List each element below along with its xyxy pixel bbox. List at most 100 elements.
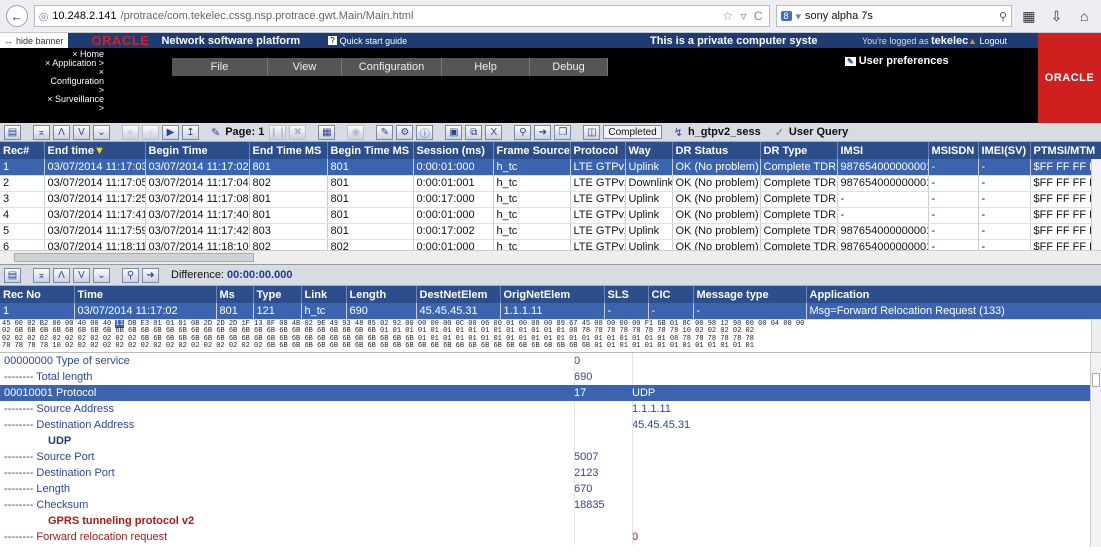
- column-header[interactable]: End Time MS: [249, 142, 328, 159]
- last-page-icon[interactable]: ↥: [182, 124, 199, 140]
- last-message-icon[interactable]: ⌄: [93, 267, 110, 283]
- column-header[interactable]: Link: [301, 286, 347, 303]
- column-header[interactable]: Rec#: [0, 142, 45, 159]
- decode-row[interactable]: UDP: [0, 432, 1101, 449]
- search-icon[interactable]: ⚲: [122, 267, 139, 283]
- nav-surveillance[interactable]: × Surveillance >: [44, 95, 104, 113]
- table-row[interactable]: 3 03/07/2014 11:17:25 03/07/2014 11:17:08 8…: [0, 191, 1101, 208]
- reload-icon[interactable]: ☆ ▿ C: [722, 9, 764, 23]
- column-header[interactable]: Message type: [693, 286, 807, 303]
- decode-row[interactable]: -------- Total length 690: [0, 368, 1101, 385]
- column-header[interactable]: Session (ms): [413, 142, 494, 159]
- search-input[interactable]: sony alpha 7s: [805, 10, 873, 22]
- dropdown-icon[interactable]: ▾: [796, 10, 802, 23]
- menu-help[interactable]: Help: [442, 58, 530, 76]
- column-header[interactable]: Way: [625, 142, 673, 159]
- quick-start-link[interactable]: ? Quick start guide: [328, 36, 407, 46]
- records-vertical-scrollbar[interactable]: [1091, 159, 1101, 251]
- decode-row[interactable]: -------- Forward relocation request 0: [0, 528, 1101, 545]
- previous-record-icon[interactable]: Λ: [53, 124, 70, 140]
- column-header[interactable]: Time: [74, 286, 217, 303]
- nav-application[interactable]: × Application >: [44, 59, 104, 68]
- user-preferences-button[interactable]: ✎ User preferences: [845, 55, 949, 67]
- filter-icon[interactable]: ◉: [347, 124, 365, 140]
- back-arrow-icon[interactable]: ←: [6, 5, 28, 27]
- decode-row[interactable]: -------- Length 670: [0, 480, 1101, 497]
- table-row[interactable]: 1 03/07/2014 11:17:02 801 121 h_tc 690 45.45.4…: [0, 303, 1101, 320]
- decode-row[interactable]: -------- Destination Address 45.45.45.31: [0, 416, 1101, 433]
- column-header[interactable]: DR Status: [672, 142, 761, 159]
- nav-configuration[interactable]: × Configuration >: [44, 68, 104, 95]
- column-header[interactable]: CIC: [648, 286, 694, 303]
- menu-view[interactable]: View: [268, 58, 342, 76]
- first-record-icon[interactable]: ⌅: [33, 124, 50, 140]
- decode-scrollbar[interactable]: [1090, 352, 1101, 547]
- bookmarks-icon[interactable]: ▦: [1018, 8, 1040, 25]
- search-engine-icon[interactable]: 8: [780, 11, 792, 21]
- column-header[interactable]: Length: [346, 286, 417, 303]
- column-header[interactable]: Type: [253, 286, 302, 303]
- column-header[interactable]: MSISDN: [928, 142, 979, 159]
- column-header[interactable]: Application: [806, 286, 1101, 303]
- decode-row[interactable]: -------- Source Port 5007: [0, 448, 1101, 465]
- next-message-icon[interactable]: V: [73, 267, 90, 283]
- next-page-icon[interactable]: ▶: [162, 124, 179, 140]
- stop-icon[interactable]: ✖: [289, 124, 307, 140]
- search-icon[interactable]: ⚲: [999, 10, 1007, 23]
- column-header[interactable]: Ms: [216, 286, 254, 303]
- session-name[interactable]: h_gtpv2_sess: [688, 126, 761, 138]
- copy-icon[interactable]: ⧉: [465, 124, 483, 140]
- hide-banner-button[interactable]: ↔ hide banner: [0, 33, 68, 48]
- table-row[interactable]: 5 03/07/2014 11:17:59 03/07/2014 11:17:42 8…: [0, 223, 1101, 240]
- layout-icon[interactable]: ◫: [583, 124, 601, 140]
- sort-desc-icon[interactable]: ▼: [94, 145, 105, 157]
- address-bar[interactable]: ◎ 10.248.2.141/protrace/com.tekelec.cssg…: [33, 5, 770, 27]
- export-icon[interactable]: ▤: [4, 267, 21, 283]
- logout-button[interactable]: ▲ Logout: [968, 36, 1007, 46]
- column-header[interactable]: Frame Source: [493, 142, 571, 159]
- hex-scrollbar[interactable]: [1091, 319, 1101, 352]
- previous-page-icon[interactable]: ‹: [142, 124, 159, 140]
- grid-icon[interactable]: ▦: [318, 124, 336, 140]
- column-header[interactable]: Begin Time MS: [327, 142, 414, 159]
- download-icon[interactable]: ⇩: [1046, 8, 1068, 25]
- column-header[interactable]: Begin Time: [145, 142, 250, 159]
- pause-icon[interactable]: ❙❙: [269, 124, 287, 140]
- menu-configuration[interactable]: Configuration: [342, 58, 442, 76]
- column-header[interactable]: IMEI(SV): [978, 142, 1031, 159]
- column-header[interactable]: PTMSI/MTM: [1030, 142, 1101, 159]
- column-header[interactable]: Protocol: [570, 142, 626, 159]
- menu-debug[interactable]: Debug: [530, 58, 608, 76]
- first-message-icon[interactable]: ⌅: [33, 267, 50, 283]
- column-header[interactable]: IMSI: [837, 142, 929, 159]
- previous-message-icon[interactable]: Λ: [53, 267, 70, 283]
- hex-dump[interactable]: 45 00 02 B2 00 00 40 00 40 11 DB E3 01 0…: [0, 319, 1101, 353]
- export-icon[interactable]: ▤: [4, 124, 21, 140]
- search-next-icon[interactable]: ➜: [142, 267, 159, 283]
- column-header[interactable]: Rec No: [0, 286, 75, 303]
- decode-row[interactable]: 00000000 Type of service 0: [0, 352, 1101, 369]
- search-icon[interactable]: ⚲: [514, 124, 532, 140]
- records-horizontal-scrollbar[interactable]: [0, 250, 1101, 264]
- menu-file[interactable]: File: [172, 58, 268, 76]
- table-row[interactable]: 2 03/07/2014 11:17:05 03/07/2014 11:17:04 8…: [0, 175, 1101, 192]
- column-header[interactable]: DR Type: [760, 142, 838, 159]
- last-record-icon[interactable]: ⌄: [93, 124, 110, 140]
- column-header[interactable]: DestNetElem: [416, 286, 501, 303]
- search-next-icon[interactable]: ➜: [534, 124, 552, 140]
- first-page-icon[interactable]: «: [122, 124, 139, 140]
- info-icon[interactable]: ⓘ: [416, 124, 434, 140]
- excel-icon[interactable]: X: [485, 124, 503, 140]
- decode-row[interactable]: -------- Source Address 1.1.1.11: [0, 400, 1101, 417]
- home-icon[interactable]: ⌂: [1073, 8, 1095, 24]
- decode-row[interactable]: -------- Destination Port 2123: [0, 464, 1101, 481]
- decode-row[interactable]: -------- Checksum 18835: [0, 496, 1101, 513]
- decode-row[interactable]: 00010001 Protocol 17 UDP: [0, 384, 1101, 401]
- column-header[interactable]: OrigNetElem: [500, 286, 605, 303]
- user-query-button[interactable]: User Query: [789, 126, 848, 138]
- table-row[interactable]: 1 03/07/2014 11:17:03 03/07/2014 11:17:02 8…: [0, 159, 1101, 176]
- window-icon[interactable]: ❐: [554, 124, 572, 140]
- save-icon[interactable]: ▣: [445, 124, 463, 140]
- settings-icon[interactable]: ⚙: [396, 124, 414, 140]
- search-box[interactable]: 8 ▾ sony alpha 7s ⚲: [775, 5, 1012, 27]
